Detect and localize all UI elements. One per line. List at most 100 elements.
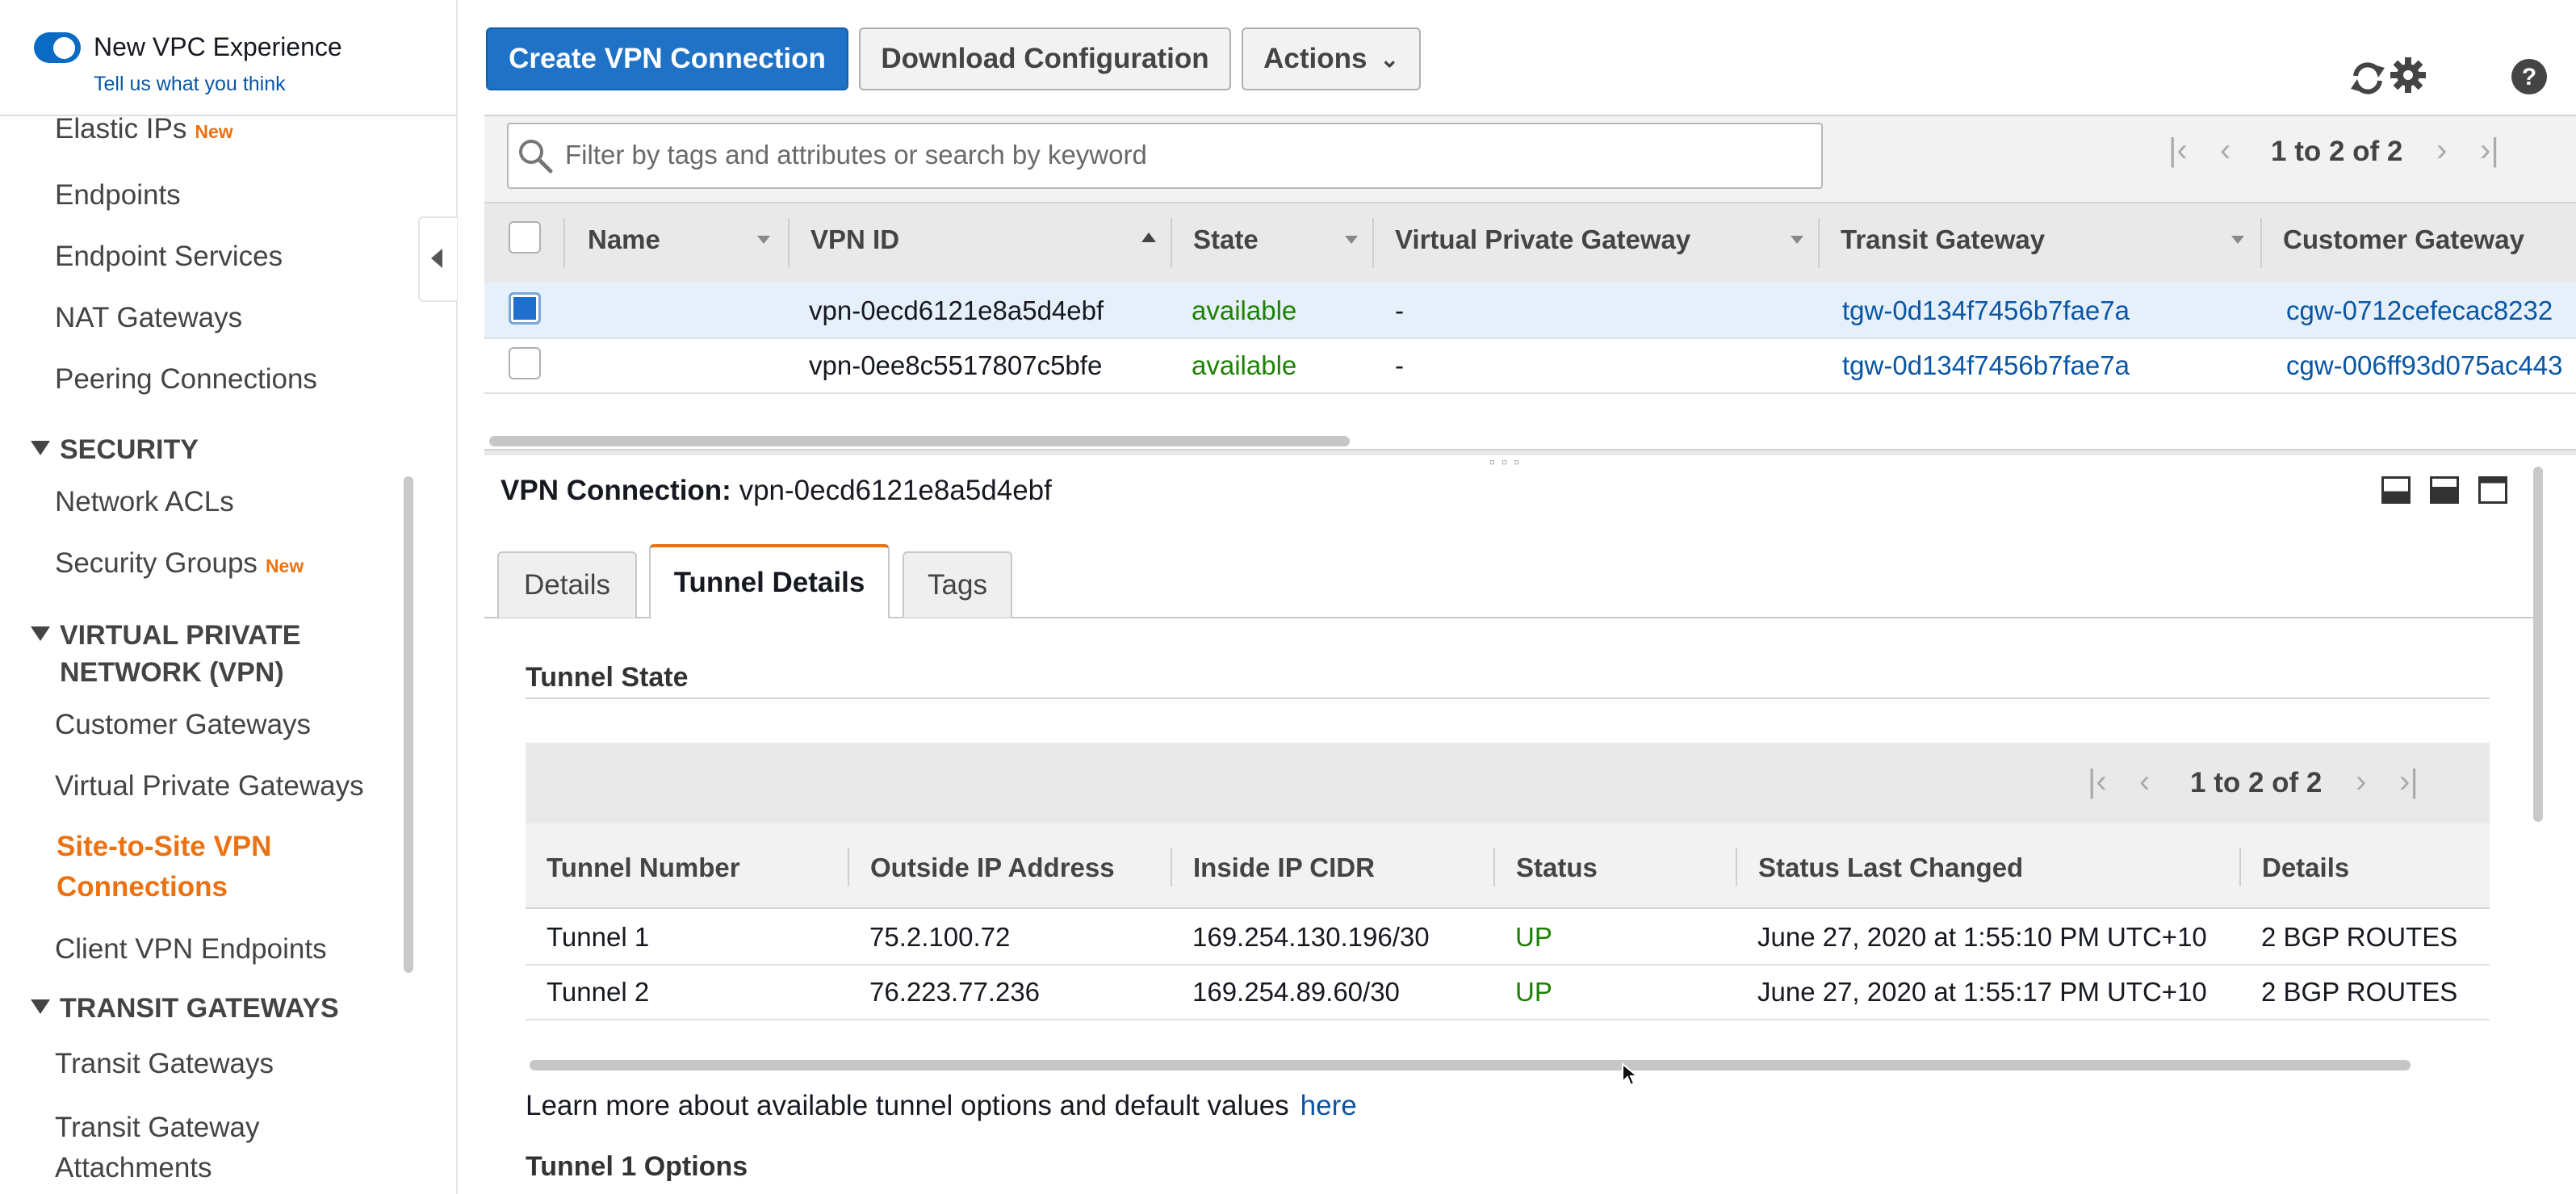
table-horizontal-scrollbar[interactable]	[489, 436, 1350, 446]
details-cell: 2 BGP ROUTES	[2261, 977, 2458, 1007]
table-row[interactable]: vpn-0ee8c5517807c5bfe available - tgw-0d…	[484, 337, 2576, 394]
state-cell: available	[1192, 350, 1297, 380]
next-page-icon[interactable]: ›	[2356, 764, 2366, 800]
first-page-icon[interactable]: |‹	[2088, 764, 2107, 800]
sidebar-item-transit-gateways[interactable]: Transit Gateways	[55, 1048, 274, 1080]
transit-gateway-link[interactable]: tgw-0d134f7456b7fae7a	[1842, 350, 2130, 381]
pager-text: 1 to 2 of 2	[2271, 136, 2403, 167]
sidebar-item-site-to-site-vpn[interactable]: Site-to-Site VPN Connections	[57, 827, 271, 907]
details-cell: 2 BGP ROUTES	[2261, 922, 2458, 952]
search-icon	[519, 140, 553, 174]
outside-ip-cell: 75.2.100.72	[869, 922, 1011, 952]
sidebar-scrollbar[interactable]	[404, 476, 413, 973]
help-icon[interactable]: ?	[2509, 57, 2549, 97]
tab-tunnel-details[interactable]: Tunnel Details	[649, 544, 890, 618]
column-header-virtual-private-gateway[interactable]: Virtual Private Gateway	[1395, 224, 1690, 255]
sort-icon[interactable]	[1791, 236, 1803, 244]
column-header-tunnel-number: Tunnel Number	[547, 853, 740, 882]
sidebar-item-customer-gateways[interactable]: Customer Gateways	[55, 709, 311, 741]
vpn-id-cell: vpn-0ecd6121e8a5d4ebf	[809, 295, 1104, 325]
tab-details[interactable]: Details	[497, 551, 637, 618]
sidebar-item-network-acls[interactable]: Network ACLs	[55, 486, 234, 518]
chevron-down-icon: ⌄	[1380, 46, 1399, 72]
panel-divider[interactable]	[484, 449, 2576, 455]
sidebar: New VPC Experience Tell us what you thin…	[0, 0, 458, 1194]
drag-handle-icon[interactable]: ▫▫▫	[1489, 454, 1526, 472]
sort-icon[interactable]	[757, 236, 770, 244]
pager-text: 1 to 2 of 2	[2190, 767, 2323, 798]
split-view-bottom-icon[interactable]	[2381, 476, 2411, 504]
vpn-connection-heading: VPN Connection: vpn-0ecd6121e8a5d4ebf	[501, 475, 1052, 506]
column-header-details: Details	[2262, 853, 2350, 882]
caret-left-icon	[431, 249, 442, 268]
column-header-state[interactable]: State	[1193, 224, 1259, 255]
vpn-id-cell: vpn-0ee8c5517807c5bfe	[809, 350, 1103, 380]
vgw-cell: -	[1395, 350, 1404, 380]
column-header-vpn-id[interactable]: VPN ID	[810, 224, 899, 255]
section-transit-gateways[interactable]: TRANSIT GATEWAYS	[31, 990, 339, 1027]
column-header-transit-gateway[interactable]: Transit Gateway	[1841, 224, 2045, 255]
divider	[526, 698, 2490, 699]
sidebar-item-security-groups[interactable]: Security Groups New	[55, 547, 304, 580]
inside-cidr-cell: 169.254.130.196/30	[1192, 922, 1430, 952]
customer-gateway-link[interactable]: cgw-0712cefecac8232	[2286, 295, 2553, 326]
select-all-checkbox[interactable]	[509, 221, 541, 253]
sidebar-item-nat-gateways[interactable]: NAT Gateways	[55, 302, 242, 334]
column-header-outside-ip: Outside IP Address	[870, 853, 1115, 882]
refresh-icon[interactable]	[2348, 58, 2388, 98]
status-changed-cell: June 27, 2020 at 1:55:10 PM UTC+10	[1757, 922, 2207, 952]
tunnel-state-title: Tunnel State	[526, 662, 689, 693]
outside-ip-cell: 76.223.77.236	[869, 977, 1041, 1007]
section-vpn[interactable]: VIRTUAL PRIVATE NETWORK (VPN)	[31, 617, 300, 691]
sidebar-item-endpoint-services[interactable]: Endpoint Services	[55, 241, 283, 273]
first-page-icon[interactable]: |‹	[2168, 132, 2188, 169]
gear-icon[interactable]	[2388, 55, 2428, 95]
new-badge: New	[265, 555, 304, 576]
row-checkbox[interactable]	[509, 292, 541, 325]
last-page-icon[interactable]: ›|	[2480, 132, 2499, 169]
learn-more-link[interactable]: here	[1301, 1090, 1357, 1121]
sidebar-item-client-vpn-endpoints[interactable]: Client VPN Endpoints	[55, 933, 327, 966]
feedback-link[interactable]: Tell us what you think	[94, 73, 286, 96]
panel-vertical-scrollbar[interactable]	[2533, 467, 2543, 822]
prev-page-icon[interactable]: ‹	[2139, 764, 2150, 800]
mouse-cursor-icon	[1622, 1062, 1639, 1087]
column-header-name[interactable]: Name	[588, 224, 660, 255]
sort-ascending-icon[interactable]	[1141, 233, 1156, 242]
prev-page-icon[interactable]: ‹	[2220, 132, 2230, 169]
sort-icon[interactable]	[1345, 236, 1358, 244]
caret-down-icon	[31, 626, 50, 642]
tunnel-number-cell: Tunnel 1	[547, 922, 650, 952]
tunnel-table-horizontal-scrollbar[interactable]	[530, 1060, 2411, 1070]
split-view-middle-icon[interactable]	[2430, 476, 2459, 504]
table-row-selected[interactable]: vpn-0ecd6121e8a5d4ebf available - tgw-0d…	[484, 283, 2576, 339]
table-row: Tunnel 2 76.223.77.236 169.254.89.60/30 …	[526, 964, 2490, 1020]
download-configuration-button[interactable]: Download Configuration	[859, 27, 1231, 90]
column-header-status: Status	[1516, 853, 1598, 882]
customer-gateway-link[interactable]: cgw-006ff93d075ac443	[2286, 350, 2563, 381]
section-security[interactable]: SECURITY	[31, 431, 199, 468]
last-page-icon[interactable]: ›|	[2399, 764, 2419, 800]
sort-icon[interactable]	[2231, 236, 2244, 244]
caret-down-icon	[31, 999, 50, 1015]
learn-more-text: Learn more about available tunnel option…	[526, 1090, 1357, 1121]
tunnel-1-options-title: Tunnel 1 Options	[526, 1151, 748, 1182]
next-page-icon[interactable]: ›	[2436, 132, 2447, 169]
transit-gateway-link[interactable]: tgw-0d134f7456b7fae7a	[1842, 295, 2130, 326]
maximize-view-icon[interactable]	[2478, 476, 2507, 504]
create-vpn-connection-button[interactable]: Create VPN Connection	[486, 27, 848, 90]
sidebar-item-transit-gateway-attachments[interactable]: Transit Gateway Attachments	[55, 1108, 260, 1188]
state-cell: available	[1192, 295, 1297, 325]
inside-cidr-cell: 169.254.89.60/30	[1192, 977, 1400, 1007]
sidebar-item-virtual-private-gateways[interactable]: Virtual Private Gateways	[55, 770, 364, 802]
actions-dropdown-button[interactable]: Actions ⌄	[1242, 27, 1421, 90]
new-badge: New	[195, 121, 233, 142]
column-header-customer-gateway[interactable]: Customer Gateway	[2283, 224, 2524, 255]
search-input[interactable]	[563, 126, 1810, 184]
tab-tags[interactable]: Tags	[903, 551, 1012, 618]
sidebar-item-endpoints[interactable]: Endpoints	[55, 179, 181, 212]
sidebar-item-elastic-ips[interactable]: Elastic IPs New	[55, 115, 233, 145]
row-checkbox[interactable]	[509, 347, 541, 379]
sidebar-item-peering-connections[interactable]: Peering Connections	[55, 363, 317, 396]
tunnel-table-header	[526, 823, 2490, 909]
